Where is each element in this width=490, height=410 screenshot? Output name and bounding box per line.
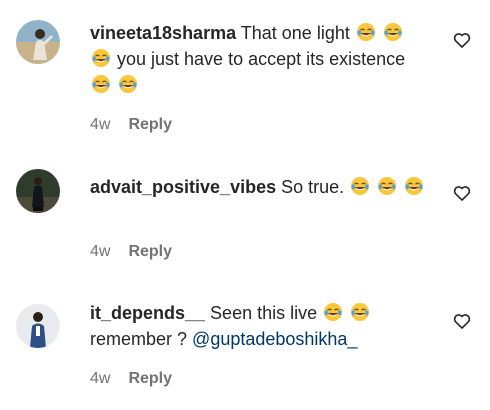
comment-text-segment: So true. bbox=[276, 177, 350, 197]
comment-text-segment bbox=[112, 75, 117, 95]
comment-text-segment: That one light bbox=[236, 23, 355, 43]
face-with-tears-of-joy-icon bbox=[324, 303, 343, 321]
comment-time: 4w bbox=[90, 116, 111, 133]
face-with-tears-of-joy-icon bbox=[92, 49, 110, 67]
face-with-tears-of-joy-icon bbox=[92, 75, 110, 93]
face-with-tears-of-joy-icon bbox=[351, 303, 370, 321]
username-link[interactable]: vineeta18sharma bbox=[90, 23, 236, 43]
avatar[interactable] bbox=[16, 304, 60, 348]
comment-text-segment: Seen this live bbox=[205, 303, 323, 323]
face-with-tears-of-joy-icon bbox=[119, 75, 138, 93]
heart-outline-icon[interactable] bbox=[452, 183, 472, 203]
comment-time: 4w bbox=[90, 243, 111, 260]
reply-button[interactable]: Reply bbox=[128, 116, 172, 134]
mention-link[interactable]: @guptadeboshikha_ bbox=[192, 329, 357, 349]
comment-text: advait_positive_vibes So true. bbox=[90, 174, 430, 200]
comment-text-segment bbox=[398, 177, 403, 197]
face-with-tears-of-joy-icon bbox=[378, 177, 397, 195]
comment-text: vineeta18sharma That one light you just … bbox=[90, 20, 430, 98]
face-with-tears-of-joy-icon bbox=[351, 177, 370, 195]
heart-outline-icon[interactable] bbox=[452, 311, 472, 331]
comment-meta: 4w Reply bbox=[90, 116, 172, 134]
reply-button[interactable]: Reply bbox=[128, 243, 172, 261]
avatar[interactable] bbox=[16, 169, 60, 213]
comment-text-segment: you just have to accept its existence bbox=[112, 49, 406, 69]
comment-text-segment bbox=[371, 177, 376, 197]
avatar[interactable] bbox=[16, 20, 60, 64]
username-link[interactable]: it_depends__ bbox=[90, 303, 205, 323]
comment-text-segment bbox=[344, 303, 349, 323]
comment-body: So true. bbox=[276, 177, 425, 197]
comment-text-segment bbox=[377, 23, 382, 43]
username-link[interactable]: advait_positive_vibes bbox=[90, 177, 276, 197]
comment-meta: 4w Reply bbox=[90, 370, 172, 388]
heart-outline-icon[interactable] bbox=[452, 30, 472, 50]
reply-button[interactable]: Reply bbox=[128, 370, 172, 388]
comment-text: it_depends__ Seen this live remember ? @… bbox=[90, 300, 430, 352]
face-with-tears-of-joy-icon bbox=[383, 23, 402, 41]
face-with-tears-of-joy-icon bbox=[356, 23, 375, 41]
comment-time: 4w bbox=[90, 370, 111, 387]
face-with-tears-of-joy-icon bbox=[405, 177, 424, 195]
comment-meta: 4w Reply bbox=[90, 243, 172, 261]
comment-text-segment: remember ? bbox=[90, 329, 193, 349]
